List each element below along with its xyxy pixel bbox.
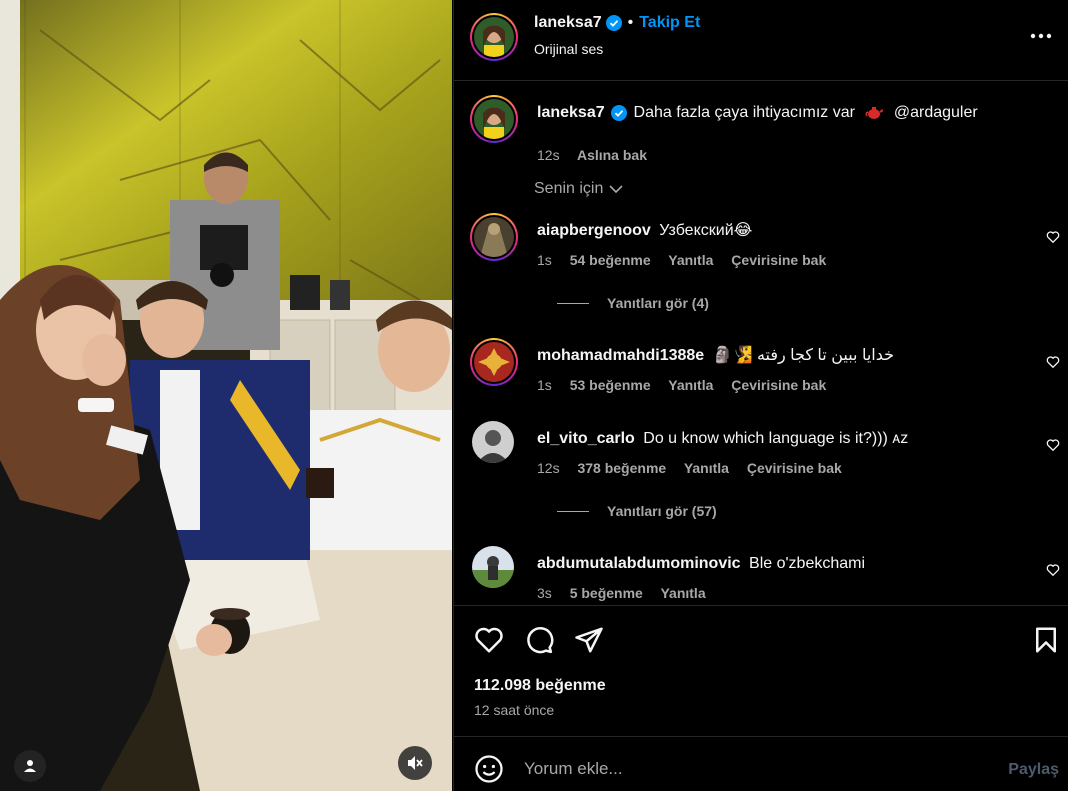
comment-avatar[interactable] [472, 421, 514, 463]
comment-likes[interactable]: 54 beğenme [570, 252, 651, 268]
post-media[interactable] [0, 0, 452, 791]
comment-author[interactable]: mohamadmahdi1388e [537, 347, 704, 364]
heart-icon[interactable] [1046, 230, 1060, 244]
caption-avatar[interactable] [470, 95, 518, 143]
translate-link[interactable]: Çevirisine bak [731, 252, 826, 268]
comment-input[interactable] [524, 755, 964, 783]
share-icon[interactable] [574, 625, 604, 655]
comment-author[interactable]: abdumutalabdumominovic [537, 555, 741, 572]
comment-filter[interactable]: Senin için [534, 180, 623, 198]
view-replies-button[interactable]: Yanıtları gör (57) [557, 503, 717, 519]
comment-likes[interactable]: 5 beğenme [570, 585, 643, 601]
mute-button[interactable] [398, 746, 432, 780]
comment-text: Do u know which language is it?))) ᴀᴢ [643, 430, 909, 447]
verified-icon [611, 104, 628, 121]
comment-item: aiapbergenoov Узбекский😂 1s 54 beğenme Y… [470, 213, 1060, 313]
heart-icon[interactable] [1046, 438, 1060, 452]
video-frame [0, 0, 452, 791]
more-icon [1030, 33, 1052, 39]
reply-button[interactable]: Yanıtla [684, 460, 729, 476]
user-tag-button[interactable] [14, 750, 46, 782]
heart-icon[interactable] [1046, 355, 1060, 369]
verified-icon [605, 15, 622, 31]
reply-button[interactable]: Yanıtla [660, 585, 705, 601]
view-replies-button[interactable]: Yanıtları gör (4) [557, 295, 709, 311]
comments-list[interactable]: laneksa7 Daha fazla çaya ihtiyacımız var… [454, 82, 1068, 605]
post-comment-button[interactable]: Paylaş [1008, 761, 1059, 779]
comment-text: Узбекский😂 [659, 222, 753, 239]
comment-item: mohamadmahdi1388e 🗿🧏 خدایا ببین تا کجا ر… [470, 338, 1060, 398]
author-username[interactable]: laneksa7 [534, 14, 602, 32]
translate-link[interactable]: Çevirisine bak [731, 377, 826, 393]
teapot-emoji-icon [865, 106, 884, 119]
follow-button[interactable]: Takip Et [639, 14, 700, 32]
post-actions: 112.098 beğenme 12 saat önce [454, 605, 1068, 736]
comment-time: 1s [537, 252, 552, 268]
caption-mention[interactable]: @ardaguler [894, 104, 978, 121]
bookmark-icon[interactable] [1031, 625, 1061, 655]
mute-icon [408, 756, 423, 770]
comment-avatar[interactable] [472, 546, 514, 588]
caption-translate-link[interactable]: Aslına bak [577, 147, 647, 163]
translate-link[interactable]: Çevirisine bak [747, 460, 842, 476]
caption: laneksa7 Daha fazla çaya ihtiyacımız var… [470, 95, 1060, 165]
view-replies-label: Yanıtları gör (4) [607, 295, 709, 311]
caption-text: Daha fazla çaya ihtiyacımız var [633, 104, 855, 121]
audio-label[interactable]: Orijinal ses [534, 41, 603, 57]
comment-avatar[interactable] [470, 213, 518, 261]
caption-time: 12s [537, 147, 560, 163]
comment-likes[interactable]: 378 beğenme [577, 460, 666, 476]
reply-button[interactable]: Yanıtla [668, 252, 713, 268]
likes-count[interactable]: 112.098 beğenme [474, 677, 606, 695]
comment-time: 12s [537, 460, 560, 476]
post-header: laneksa7 • Takip Et Orijinal ses [454, 0, 1068, 81]
comment-icon[interactable] [524, 625, 554, 655]
heart-icon[interactable] [474, 625, 504, 655]
author-avatar[interactable] [470, 13, 518, 61]
more-button[interactable] [1027, 22, 1055, 50]
comment-text: Ble o'zbekchami [749, 555, 866, 572]
caption-author[interactable]: laneksa7 [537, 104, 605, 121]
comment-avatar[interactable] [470, 338, 518, 386]
heart-icon[interactable] [1046, 563, 1060, 577]
chevron-down-icon [609, 185, 623, 194]
post-time: 12 saat önce [474, 702, 555, 718]
view-replies-label: Yanıtları gör (57) [607, 503, 717, 519]
comment-filter-label: Senin için [534, 180, 604, 197]
comment-likes[interactable]: 53 beğenme [570, 377, 651, 393]
user-tag-icon [24, 760, 36, 772]
comment-author[interactable]: aiapbergenoov [537, 222, 651, 239]
comment-composer: Paylaş [454, 736, 1068, 791]
comment-item: el_vito_carlo Do u know which language i… [470, 421, 1060, 521]
emoji-icon[interactable] [474, 754, 504, 784]
comment-text: 🗿🧏 خدایا ببین تا کجا رفته [712, 347, 894, 364]
reply-button[interactable]: Yanıtla [668, 377, 713, 393]
comment-author[interactable]: el_vito_carlo [537, 430, 635, 447]
comment-item: abdumutalabdumominovic Ble o'zbekchami 3… [470, 546, 1060, 605]
comment-time: 1s [537, 377, 552, 393]
separator-dot: • [627, 14, 634, 31]
comment-time: 3s [537, 585, 552, 601]
post-side-panel: laneksa7 • Takip Et Orijinal ses laneksa… [453, 0, 1068, 791]
